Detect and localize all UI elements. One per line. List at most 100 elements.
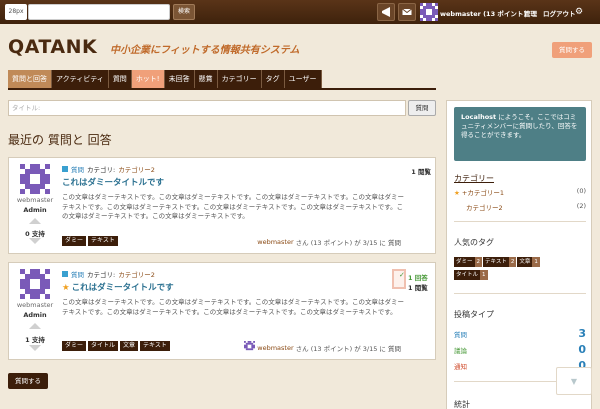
tag-link[interactable]: テキスト	[88, 236, 118, 246]
tag-link[interactable]: ダミー	[62, 236, 87, 246]
answer-count: 1 回答	[408, 274, 428, 282]
top-search-input[interactable]	[28, 4, 170, 20]
scroll-down-button[interactable]: ▼	[556, 367, 592, 395]
tab-qa[interactable]: 質問と回答	[8, 70, 52, 88]
question-meta: 質問 カテゴリ: カテゴリー2	[62, 269, 155, 279]
tab-hot[interactable]: ホット!	[131, 70, 165, 88]
top-search-button[interactable]: 検索	[173, 4, 195, 20]
tab-questions[interactable]: 質問	[108, 70, 132, 88]
notification-button[interactable]	[377, 3, 395, 21]
question-type[interactable]: 質問	[71, 164, 84, 174]
site-title[interactable]: QATANK	[8, 36, 97, 58]
sidebar-tag[interactable]: テキスト 2	[483, 257, 517, 267]
popular-tags-heading: 人気のタグ	[454, 238, 494, 247]
question-excerpt: この文章はダミーテキストです。この文章はダミーテキストです。この文章はダミーテキ…	[62, 193, 404, 220]
category-count: (0)	[576, 187, 586, 195]
question-author[interactable]: webmaster	[9, 196, 61, 204]
tag-count: 1	[532, 257, 540, 267]
question-tags: ダミー タイトル 文章 テキスト	[62, 341, 170, 351]
question-type[interactable]: 質問	[71, 269, 84, 279]
post-type-count: 0	[578, 343, 586, 356]
view-count: 1 閲覧	[408, 284, 428, 292]
tag-name: ダミー	[454, 257, 475, 267]
popular-tags-row: ダミー 2 テキスト 2 文章 1	[454, 257, 540, 267]
tag-link[interactable]: タイトル	[88, 341, 119, 351]
question-author[interactable]: webmaster	[9, 301, 61, 309]
sidebar-tag[interactable]: ダミー 2	[454, 257, 483, 267]
site-tagline: 中小企業にフィットする情報共有システム	[110, 45, 300, 56]
sidebar-tag[interactable]: タイトル 1	[454, 270, 488, 280]
tab-categories[interactable]: カテゴリー	[217, 70, 262, 88]
tab-bounty[interactable]: 懸賞	[194, 70, 218, 88]
footer-avatar[interactable]	[244, 341, 256, 354]
divider	[454, 221, 586, 222]
vote-up-icon[interactable]	[29, 218, 41, 224]
welcome-site-name: Localhost	[461, 113, 497, 121]
logout-link[interactable]: ログアウト	[543, 8, 576, 18]
question-type-icon	[62, 271, 68, 277]
gear-icon[interactable]: ⚙	[575, 7, 583, 17]
post-types-heading: 投稿タイプ	[454, 310, 494, 319]
message-button[interactable]	[398, 3, 416, 21]
question-type-icon	[62, 166, 68, 172]
author-role: Admin	[23, 206, 47, 214]
vote-down-icon[interactable]	[29, 238, 41, 244]
tag-count: 1	[480, 270, 488, 280]
star-icon: ★	[62, 283, 70, 293]
manage-link[interactable]: 管理	[524, 8, 537, 18]
tab-unanswered[interactable]: 未回答	[164, 70, 195, 88]
question-title[interactable]: これはダミータイトルです	[62, 176, 164, 188]
category-count: (2)	[576, 202, 586, 210]
post-type-row[interactable]: 質問 3	[454, 327, 586, 340]
ask-question-button-bottom[interactable]: 質問する	[8, 373, 48, 389]
tag-count: 2	[474, 257, 483, 267]
question-tags: ダミー テキスト	[62, 236, 118, 246]
footer-user-link[interactable]: webmaster	[257, 238, 293, 246]
question-category[interactable]: カテゴリー2	[118, 164, 155, 174]
post-type-row[interactable]: 議論 0	[454, 343, 586, 356]
footer-meta: さん (13 ポイント) が 3/15 に 質問	[295, 239, 401, 247]
post-type-label: 議論	[454, 347, 467, 355]
tab-activity[interactable]: アクティビティ	[52, 70, 109, 88]
sidebar-tag[interactable]: 文章 1	[517, 257, 540, 267]
vote-down-icon[interactable]	[29, 345, 41, 351]
categories-heading[interactable]: カテゴリー	[454, 173, 494, 184]
divider	[454, 293, 586, 294]
user-avatar[interactable]	[420, 3, 438, 21]
tag-link[interactable]: ダミー	[62, 341, 87, 351]
top-user-label[interactable]: webmaster (13 ポイント)	[440, 8, 526, 18]
answered-indicator: ✓ 1 回答 1 閲覧	[392, 269, 434, 292]
question-excerpt: この文章はダミーテキストです。この文章はダミーテキストです。この文章はダミーテキ…	[62, 298, 404, 316]
star-icon: ★	[454, 189, 462, 197]
footer-meta: さん (13 ポイント) が 3/15 に 質問	[295, 344, 401, 353]
tag-link[interactable]: テキスト	[140, 341, 170, 351]
avatar[interactable]	[20, 269, 50, 299]
title-search-button[interactable]: 質問	[408, 100, 436, 116]
question-meta: 質問 カテゴリ: カテゴリー2	[62, 164, 155, 174]
tag-name: 文章	[517, 257, 533, 267]
top-bar: 28px 検索 webmaster (13 ポイント) 管理 ログアウト ⚙	[0, 0, 600, 24]
question-category[interactable]: カテゴリー2	[118, 269, 155, 279]
avatar[interactable]	[20, 164, 50, 194]
category-name: カテゴリー2	[466, 204, 503, 212]
question-title[interactable]: ★ これはダミータイトルです	[62, 281, 174, 293]
stats-heading: 統計	[454, 400, 470, 409]
sidebar-category-item[interactable]: ★ +カテゴリー1 (0)	[454, 187, 586, 197]
tab-users[interactable]: ユーザー	[284, 70, 322, 88]
vote-count: 1 支持	[25, 336, 45, 344]
nav-underline	[8, 88, 436, 90]
sidebar-category-item[interactable]: カテゴリー2 (2)	[454, 202, 586, 212]
welcome-box: Localhost にようこそ。ここではコミュニティメンバーに質問したり、回答を…	[454, 107, 586, 161]
vote-up-icon[interactable]	[29, 323, 41, 329]
tab-tags[interactable]: タグ	[261, 70, 285, 88]
tag-link[interactable]: 文章	[120, 341, 139, 351]
chevron-down-icon: ▼	[570, 377, 578, 386]
ask-question-button[interactable]: 質問する	[552, 42, 592, 58]
popular-tags-row: タイトル 1	[454, 270, 488, 280]
footer-user-link[interactable]: webmaster	[257, 344, 293, 352]
title-search-input[interactable]: タイトル:	[8, 100, 406, 116]
site-logo-badge[interactable]: 28px	[5, 4, 27, 20]
category-name: +カテゴリー1	[461, 189, 504, 197]
post-type-count: 3	[578, 327, 586, 340]
category-prefix: カテゴリ:	[87, 166, 116, 174]
